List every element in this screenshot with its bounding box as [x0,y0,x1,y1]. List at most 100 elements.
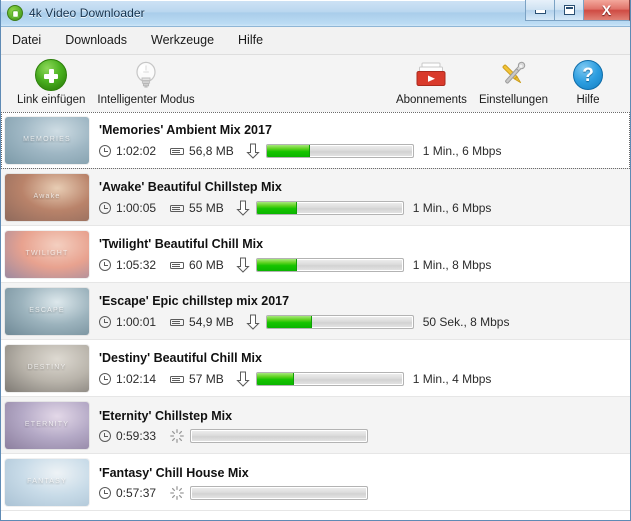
video-thumbnail: Awake [5,174,89,221]
minimize-button[interactable] [525,0,554,21]
row-info: 'Destiny' Beautiful Chill Mix 1:02:14 57… [99,350,630,387]
row-meta: 1:02:14 57 MB 1 Min., 4 Mbps [99,371,630,387]
speed-text: 1 Min., 6 Mbps [422,144,502,158]
duration-text: 1:05:32 [116,258,157,272]
paste-link-button[interactable]: Link einfügen [11,55,91,106]
table-row[interactable]: FANTASY 'Fantasy' Chill House Mix 0:57:3… [1,454,630,511]
help-button[interactable]: ? Hilfe [554,55,622,106]
menu-item-downloads[interactable]: Downloads [63,30,137,51]
subscriptions-tray-icon [416,62,446,86]
table-row[interactable]: ESCAPE 'Escape' Epic chillstep mix 2017 … [1,283,630,340]
app-logo-icon [7,5,23,21]
row-separator [1,510,630,511]
duration-text: 1:02:02 [116,144,157,158]
close-icon: X [601,2,612,18]
window-title: 4k Video Downloader [29,6,145,20]
video-title: 'Escape' Epic chillstep mix 2017 [99,294,290,308]
row-info: 'Escape' Epic chillstep mix 2017 1:00:01… [99,293,630,330]
size-text: 57 MB [189,372,224,386]
close-button[interactable]: X [583,0,630,21]
help-icon-wrap: ? [573,58,603,92]
row-meta: 0:59:33 [99,429,630,443]
settings-button[interactable]: Einstellungen [473,55,554,106]
row-meta: 0:57:37 [99,486,630,500]
thumbnail-label: ETERNITY [24,420,70,428]
video-thumbnail: ESCAPE [5,288,89,335]
progress-fill [266,145,311,157]
disk-icon [170,147,185,155]
clock-icon [99,487,111,499]
tools-icon-wrap [497,58,529,92]
progress-bar [255,258,404,272]
progress-bar [255,372,404,386]
menu-item-werkzeuge[interactable]: Werkzeuge [149,30,224,51]
thumbnail-label: Awake [33,192,61,200]
progress-bar [190,429,369,443]
thumbnail-label: FANTASY [27,477,67,485]
duration-text: 1:00:01 [116,315,157,329]
download-arrow-icon [236,200,250,216]
video-title: 'Twilight' Beautiful Chill Mix [99,237,264,251]
download-arrow-icon [236,257,250,273]
menu-item-datei[interactable]: Datei [10,30,51,51]
clock-icon [99,145,111,157]
table-row[interactable]: Awake 'Awake' Beautiful Chillstep Mix 1:… [1,169,630,226]
row-info: 'Twilight' Beautiful Chill Mix 1:05:32 6… [99,236,630,273]
row-info: 'Fantasy' Chill House Mix 0:57:37 [99,465,630,500]
size-group: 60 MB [170,258,224,272]
help-circle-icon: ? [573,60,603,90]
video-thumbnail: DESTINY [5,345,89,392]
clock-icon [99,259,111,271]
minimize-icon [534,10,546,14]
size-text: 56,8 MB [189,144,234,158]
progress-bar [255,201,404,215]
disk-icon [170,318,185,326]
subscriptions-label: Abonnements [395,94,467,106]
video-thumbnail: ETERNITY [5,402,89,449]
smart-mode-button[interactable]: Intelligenter Modus [91,55,200,106]
download-arrow-icon [246,314,260,330]
add-circle-icon-wrap [35,58,68,92]
settings-label: Einstellungen [478,94,548,106]
clock-icon [99,202,111,214]
menu-item-hilfe[interactable]: Hilfe [236,30,273,51]
size-text: 54,9 MB [189,315,234,329]
download-arrow-icon [246,143,260,159]
duration-group: 1:02:02 [99,144,156,158]
table-row[interactable]: MEMORIES 'Memories' Ambient Mix 2017 1:0… [1,112,630,169]
help-label: Hilfe [576,94,600,106]
video-thumbnail: MEMORIES [5,117,89,164]
video-title: 'Eternity' Chillstep Mix [99,409,233,423]
subscriptions-icon-wrap [413,58,449,92]
disk-icon [170,204,185,212]
app-window: 4k Video Downloader X Datei Downloads We… [0,0,631,521]
duration-text: 0:57:37 [116,486,157,500]
video-title: 'Memories' Ambient Mix 2017 [99,123,272,137]
disk-icon [170,375,185,383]
loading-spinner-icon [170,486,184,500]
disk-icon [170,261,185,269]
table-row[interactable]: TWILIGHT 'Twilight' Beautiful Chill Mix … [1,226,630,283]
video-title: 'Fantasy' Chill House Mix [99,466,249,480]
table-row[interactable]: ETERNITY 'Eternity' Chillstep Mix 0:59:3… [1,397,630,454]
add-circle-icon [35,59,68,91]
row-meta: 1:00:01 54,9 MB 50 Sek., 8 Mbps [99,314,630,330]
duration-group: 1:00:05 [99,201,156,215]
progress-fill [256,259,298,271]
tools-icon [503,61,526,84]
menu-bar: Datei Downloads Werkzeuge Hilfe [1,27,630,55]
size-text: 55 MB [189,201,224,215]
speed-text: 1 Min., 4 Mbps [412,372,492,386]
download-list[interactable]: MEMORIES 'Memories' Ambient Mix 2017 1:0… [1,112,630,520]
title-bar: 4k Video Downloader X [1,0,630,27]
smart-mode-label: Intelligenter Modus [97,94,195,106]
video-title: 'Awake' Beautiful Chillstep Mix [99,180,282,194]
table-row[interactable]: DESTINY 'Destiny' Beautiful Chill Mix 1:… [1,340,630,397]
maximize-button[interactable] [554,0,583,21]
size-group: 56,8 MB [170,144,234,158]
video-thumbnail: FANTASY [5,459,89,506]
thumbnail-label: ESCAPE [29,306,65,314]
thumbnail-label: DESTINY [27,363,67,371]
size-text: 60 MB [189,258,224,272]
subscriptions-button[interactable]: Abonnements [390,55,473,106]
